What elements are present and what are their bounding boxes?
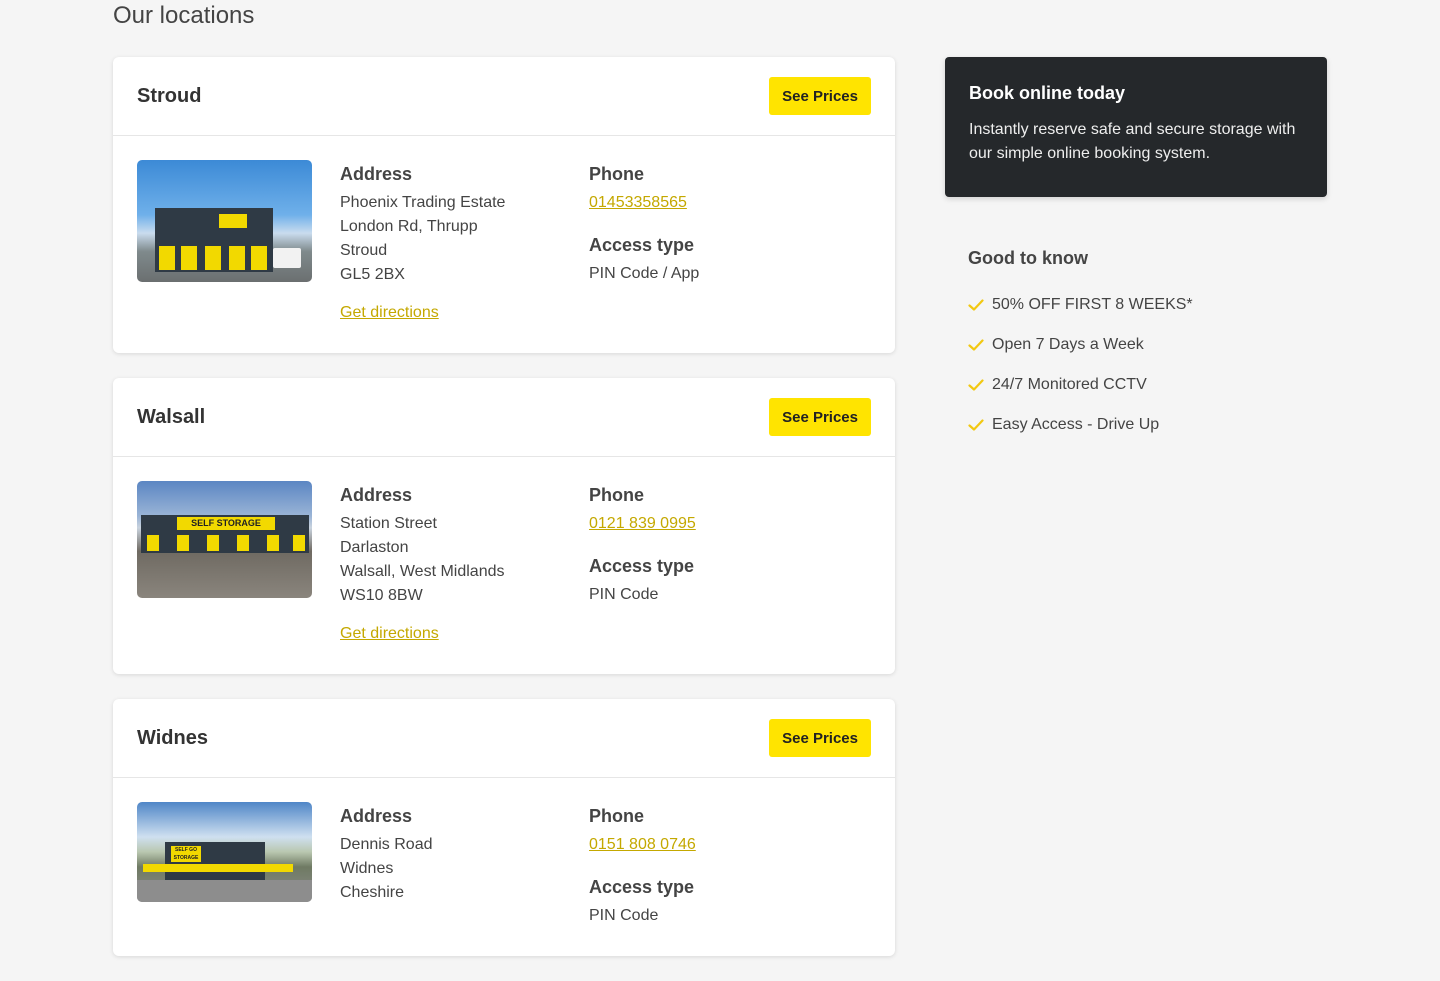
- address-line: Station Street: [340, 515, 437, 532]
- address-label: Address: [340, 806, 413, 826]
- contact-column: Phone 01453358565 Access type PIN Code /…: [589, 160, 839, 325]
- card-header: Widnes See Prices: [113, 699, 895, 778]
- good-to-know-title: Good to know: [968, 248, 1088, 268]
- get-directions-link[interactable]: Get directions: [340, 622, 439, 646]
- good-to-know-item: 24/7 Monitored CCTV: [968, 365, 1328, 405]
- book-online-title: Book online today: [969, 83, 1126, 103]
- see-prices-button[interactable]: See Prices: [769, 719, 871, 757]
- location-photo: [137, 160, 312, 282]
- photo-sign: SELF GO STORAGE: [171, 846, 201, 862]
- card-header: Stroud See Prices: [113, 57, 895, 136]
- location-name: Stroud: [137, 84, 202, 107]
- location-photo: SELF GO STORAGE: [137, 802, 312, 902]
- photo-sign: SELF STORAGE: [177, 517, 275, 530]
- access-type-label: Access type: [589, 877, 695, 897]
- check-icon: [968, 339, 984, 351]
- page-title: Our locations: [113, 2, 255, 29]
- book-online-panel: Book online today Instantly reserve safe…: [945, 57, 1327, 197]
- address-label: Address: [340, 485, 413, 505]
- contact-column: Phone 0151 808 0746 Access type PIN Code: [589, 802, 839, 928]
- contact-column: Phone 0121 839 0995 Access type PIN Code: [589, 481, 839, 646]
- book-online-text: Instantly reserve safe and secure storag…: [969, 121, 1296, 162]
- location-name: Widnes: [137, 726, 208, 749]
- address-line: Dennis Road: [340, 836, 433, 853]
- good-to-know-text: 24/7 Monitored CCTV: [992, 376, 1147, 393]
- card-body: SELF STORAGE Address Station Street Darl…: [113, 457, 895, 674]
- check-icon: [968, 419, 984, 431]
- access-type-value: PIN Code: [589, 586, 659, 603]
- good-to-know-item: Easy Access - Drive Up: [968, 405, 1328, 445]
- location-photo: SELF STORAGE: [137, 481, 312, 598]
- phone-label: Phone: [589, 806, 645, 826]
- see-prices-button[interactable]: See Prices: [769, 398, 871, 436]
- address-column: Address Dennis Road Widnes Cheshire: [340, 802, 589, 928]
- address-line: Darlaston: [340, 539, 409, 556]
- good-to-know-item: 50% OFF FIRST 8 WEEKS*: [968, 285, 1328, 325]
- locations-list: Stroud See Prices Address Phoenix Tradin…: [113, 57, 895, 981]
- address-line: GL5 2BX: [340, 266, 405, 283]
- check-icon: [968, 299, 984, 311]
- access-type-label: Access type: [589, 235, 695, 255]
- phone-label: Phone: [589, 164, 645, 184]
- good-to-know-text: 50% OFF FIRST 8 WEEKS*: [992, 296, 1193, 313]
- address-line: London Rd, Thrupp: [340, 218, 478, 235]
- access-type-value: PIN Code / App: [589, 265, 700, 282]
- phone-link[interactable]: 0151 808 0746: [589, 836, 696, 853]
- get-directions-link[interactable]: Get directions: [340, 301, 439, 325]
- see-prices-button[interactable]: See Prices: [769, 77, 871, 115]
- card-body: Address Phoenix Trading Estate London Rd…: [113, 136, 895, 353]
- phone-link[interactable]: 0121 839 0995: [589, 515, 696, 532]
- address-label: Address: [340, 164, 413, 184]
- address-line: Stroud: [340, 242, 388, 259]
- check-icon: [968, 379, 984, 391]
- card-body: SELF GO STORAGE Address Dennis Road Widn…: [113, 778, 895, 956]
- address-line: Phoenix Trading Estate: [340, 194, 506, 211]
- phone-label: Phone: [589, 485, 645, 505]
- good-to-know-text: Easy Access - Drive Up: [992, 416, 1160, 433]
- access-type-value: PIN Code: [589, 907, 659, 924]
- address-column: Address Station Street Darlaston Walsall…: [340, 481, 589, 646]
- address-line: Widnes: [340, 860, 394, 877]
- location-card-stroud: Stroud See Prices Address Phoenix Tradin…: [113, 57, 895, 353]
- address-column: Address Phoenix Trading Estate London Rd…: [340, 160, 589, 325]
- good-to-know: Good to know 50% OFF FIRST 8 WEEKS* Open…: [968, 248, 1328, 445]
- good-to-know-item: Open 7 Days a Week: [968, 325, 1328, 365]
- good-to-know-text: Open 7 Days a Week: [992, 336, 1144, 353]
- location-card-walsall: Walsall See Prices SELF STORAGE Address …: [113, 378, 895, 674]
- address-line: WS10 8BW: [340, 587, 423, 604]
- address-line: Cheshire: [340, 884, 405, 901]
- phone-link[interactable]: 01453358565: [589, 194, 687, 211]
- location-name: Walsall: [137, 405, 206, 428]
- access-type-label: Access type: [589, 556, 695, 576]
- address-line: Walsall, West Midlands: [340, 563, 505, 580]
- location-card-widnes: Widnes See Prices SELF GO STORAGE Addres…: [113, 699, 895, 956]
- card-header: Walsall See Prices: [113, 378, 895, 457]
